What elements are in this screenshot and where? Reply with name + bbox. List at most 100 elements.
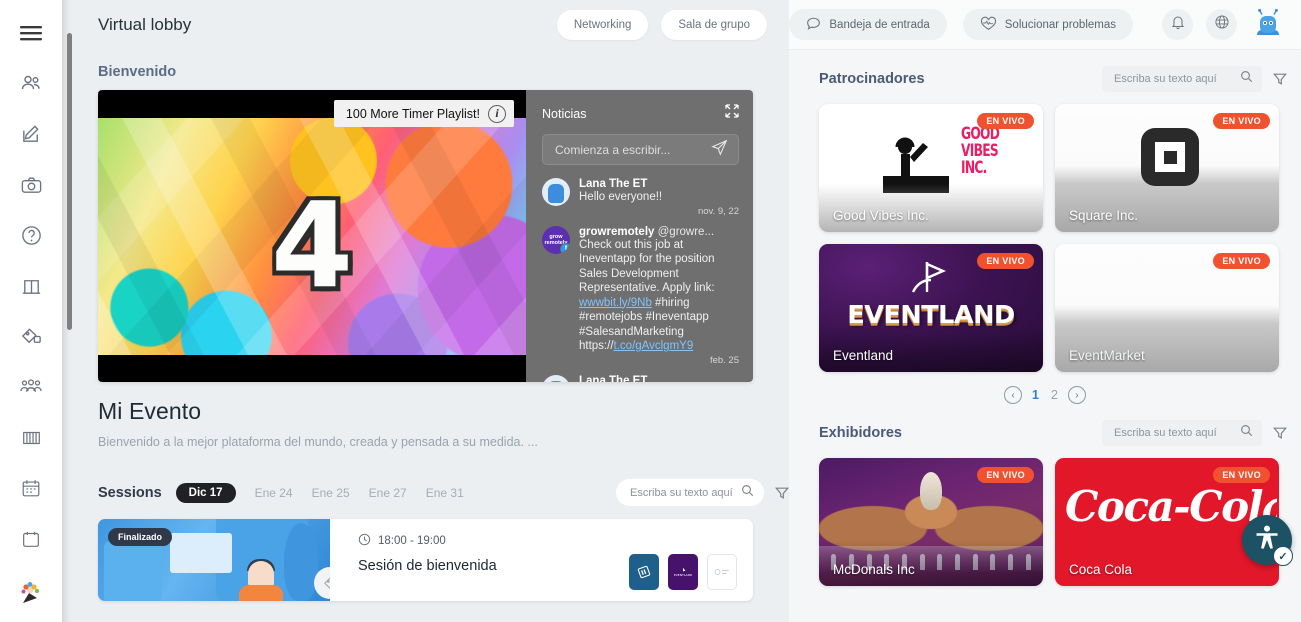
- sessions-day-tab-0[interactable]: Dic 17: [175, 482, 236, 503]
- event-intro: Mi Evento Bienvenido a la mejor platafor…: [62, 382, 789, 449]
- sessions-search-input[interactable]: [630, 486, 741, 499]
- news-post-author: Lana The ET: [579, 374, 648, 383]
- trophy-icon: [920, 472, 942, 510]
- sidebar-item-agenda-grid[interactable]: [9, 416, 53, 460]
- sponsors-header: Patrocinadores: [789, 50, 1301, 92]
- news-post-body: Lana The ET Hello everyone!! nov. 9, 22: [579, 178, 739, 217]
- video-tooltip-text: 100 More Timer Playlist!: [345, 106, 480, 121]
- sponsors-search-box[interactable]: [1102, 66, 1262, 92]
- send-icon[interactable]: [711, 139, 728, 161]
- content-scrollbar[interactable]: [67, 33, 72, 330]
- search-icon[interactable]: [741, 484, 754, 502]
- page-2[interactable]: 2: [1049, 388, 1060, 402]
- heart-pulse-icon: [980, 16, 997, 34]
- news-panel: Noticias Comienza a escribir... Lana The…: [526, 90, 753, 382]
- page-1[interactable]: 1: [1030, 388, 1041, 402]
- exhibitors-search-box[interactable]: [1102, 420, 1262, 446]
- user-avatar[interactable]: [1251, 8, 1285, 42]
- news-post-link-1[interactable]: wwwbit.ly/9Nb: [579, 297, 652, 309]
- troubleshoot-button[interactable]: Solucionar problemas: [962, 9, 1133, 40]
- page-title: Virtual lobby: [98, 15, 192, 34]
- filter-icon[interactable]: [1273, 426, 1287, 440]
- news-compose-box[interactable]: [542, 134, 739, 165]
- filter-icon[interactable]: [775, 486, 789, 500]
- search-icon[interactable]: [1240, 424, 1253, 442]
- sessions-day-tab-3[interactable]: Ene 27: [369, 486, 407, 500]
- sponsor-card[interactable]: EN VIVO GOOD VIBES INC. Good Vibes Inc.: [819, 104, 1043, 232]
- group-room-button[interactable]: Sala de grupo: [661, 10, 767, 40]
- eventland-logo[interactable]: EVENTLAND: [668, 554, 698, 590]
- sidebar-item-menu-toggle[interactable]: [9, 12, 53, 56]
- search-icon[interactable]: [1240, 70, 1253, 88]
- info-icon[interactable]: i: [488, 104, 506, 123]
- sidebar-item-groups[interactable]: [9, 366, 53, 410]
- sponsor-card[interactable]: EN VIVO Square Inc.: [1055, 104, 1279, 232]
- cocacola-logo-text: Coca-Cola: [1065, 484, 1277, 530]
- sponsors-grid: EN VIVO GOOD VIBES INC. Good Vibes Inc. EN…: [789, 92, 1301, 372]
- sponsor-name: Eventland: [833, 348, 894, 363]
- sponsor-card[interactable]: EN VIVO EVENTLAND Eventland: [819, 244, 1043, 372]
- sponsor-card[interactable]: EN VIVO EventMarket: [1055, 244, 1279, 372]
- welcome-section-label: Bienvenido: [98, 64, 177, 80]
- filter-icon[interactable]: [1273, 72, 1287, 86]
- sidebar-item-attendees[interactable]: [9, 63, 53, 107]
- language-button[interactable]: [1206, 9, 1237, 40]
- thumb-leaf: [284, 523, 318, 601]
- inbox-button[interactable]: Bandeja de entrada: [789, 9, 947, 40]
- lana-avatar: [542, 178, 570, 206]
- sessions-day-tab-4[interactable]: Ene 31: [426, 486, 464, 500]
- growremotely-avatar: grow remotely t: [542, 225, 570, 254]
- exhibitor-card[interactable]: EN VIVO McDonals Inc: [819, 458, 1043, 586]
- sessions-day-tab-1[interactable]: Ene 24: [255, 486, 293, 500]
- blank-logo[interactable]: [707, 554, 737, 590]
- sidebar-item-tags[interactable]: [9, 315, 53, 359]
- square-logo-icon: [1141, 128, 1199, 186]
- exhibitors-header: Exhibidores: [789, 404, 1301, 446]
- good-vibes-logo-text: GOOD VIBES INC.: [961, 124, 1000, 178]
- question-circle-icon: [20, 224, 43, 247]
- lana-avatar: [542, 374, 570, 382]
- sidebar-item-help[interactable]: [9, 214, 53, 258]
- exhibitor-card[interactable]: EN VIVO Coca-Cola Coca Cola: [1055, 458, 1279, 586]
- collapse-icon[interactable]: [725, 104, 739, 123]
- sponsor-name: Square Inc.: [1069, 208, 1139, 223]
- sponsors-search-input[interactable]: [1114, 73, 1240, 85]
- sidebar-item-lobby[interactable]: [9, 265, 53, 309]
- chevron-right-icon[interactable]: ›: [1067, 386, 1086, 404]
- bell-icon: [1170, 14, 1186, 35]
- accessibility-widget-button[interactable]: ✓: [1242, 515, 1293, 566]
- sidebar-item-celebration[interactable]: [9, 572, 53, 616]
- live-badge: EN VIVO: [977, 467, 1034, 483]
- sponsor-name: Good Vibes Inc.: [833, 208, 929, 223]
- content-header: Virtual lobby Networking Sala de grupo: [62, 0, 789, 50]
- exhibitors-search-input[interactable]: [1114, 427, 1240, 439]
- networking-button[interactable]: Networking: [556, 10, 649, 40]
- session-card[interactable]: Finalizado 18:00 - 19:00 Sesión de bienv…: [98, 519, 753, 601]
- sidebar-item-edit[interactable]: [9, 113, 53, 157]
- news-post-date: nov. 9, 22: [697, 205, 739, 217]
- video-player[interactable]: 4 100 More Timer Playlist! i: [98, 90, 526, 382]
- hamburger-icon: [20, 25, 42, 42]
- sidebar-item-schedule[interactable]: [9, 517, 53, 561]
- news-compose-input[interactable]: [555, 142, 711, 157]
- news-post-date: feb. 25: [709, 354, 739, 366]
- event-description: Bienvenido a la mejor plataforma del mun…: [98, 435, 538, 449]
- sidebar-item-calendar[interactable]: [9, 467, 53, 511]
- news-post-author: Lana The ET: [579, 178, 648, 190]
- video-title-tooltip[interactable]: 100 More Timer Playlist! i: [333, 100, 514, 127]
- news-post-link-2[interactable]: t.co/gAvclgmY9: [614, 340, 694, 352]
- news-post-body: growremotely @growre... Check out this j…: [579, 226, 739, 366]
- chevron-left-icon[interactable]: ‹: [1004, 386, 1023, 404]
- notifications-button[interactable]: [1162, 9, 1193, 40]
- news-post[interactable]: grow remotely t growremotely @growre... …: [542, 225, 739, 366]
- sessions-search-box[interactable]: [616, 479, 764, 506]
- live-badge: EN VIVO: [1213, 253, 1270, 269]
- news-post[interactable]: Lana The ET: [542, 374, 739, 383]
- inevent-logo[interactable]: [629, 554, 659, 590]
- news-post[interactable]: Lana The ET Hello everyone!! nov. 9, 22: [542, 178, 739, 217]
- session-sponsor-logos: EVENTLAND: [629, 519, 753, 601]
- sessions-day-tab-2[interactable]: Ene 25: [312, 486, 350, 500]
- square-logo-dot: [1163, 150, 1177, 164]
- exhibitors-title: Exhibidores: [819, 425, 902, 441]
- sidebar-item-photos[interactable]: [9, 164, 53, 208]
